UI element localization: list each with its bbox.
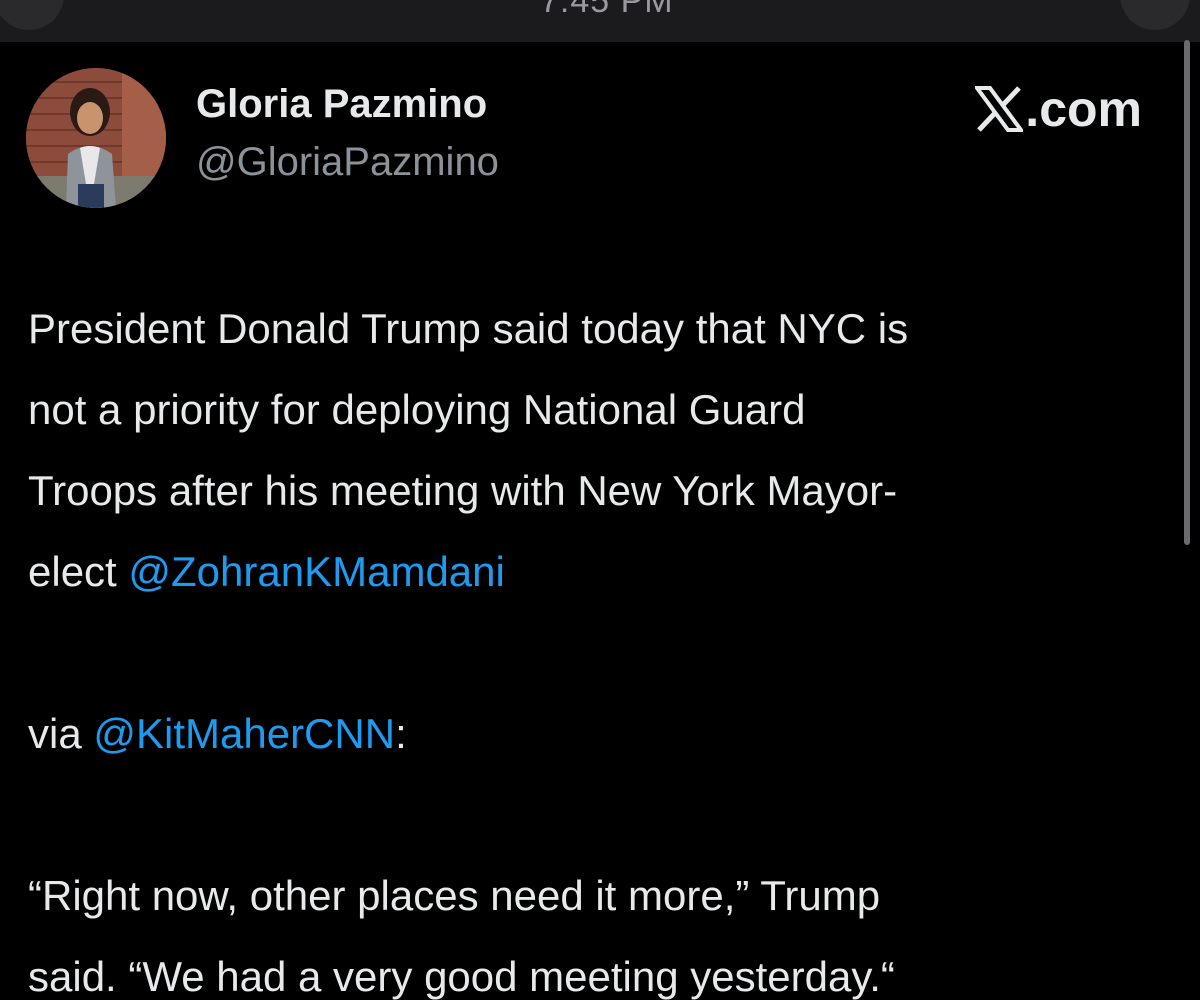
mention-kitmahercnn[interactable]: @KitMaherCNN [93, 710, 395, 757]
x-logo-icon [975, 86, 1024, 132]
brand-link[interactable]: .com [975, 80, 1142, 138]
tweet-line: via @KitMaherCNN: [28, 693, 1168, 774]
tweet-line: “Right now, other places need it more,” … [28, 872, 881, 920]
tweet-line-text: elect [28, 548, 129, 596]
tweet-paragraph: “Right now, other places need it more,” … [28, 855, 1168, 1000]
tweet-line: not a priority for deploying National Gu… [28, 386, 806, 434]
author-handle[interactable]: @GloriaPazmino [196, 140, 499, 185]
mention-zohrankmamdani[interactable]: @ZohranKMamdani [128, 548, 504, 595]
tweet-paragraph: President Donald Trump said today that N… [28, 288, 1168, 612]
scrollbar[interactable] [1184, 40, 1190, 545]
tweet-line-text: : [395, 710, 407, 758]
tweet-line: Troops after his meeting with New York M… [28, 467, 898, 515]
status-time: 7:45 PM [540, 0, 674, 20]
status-bar: 7:45 PM [0, 0, 1200, 42]
tweet-line: elect @ZohranKMamdani [28, 531, 1168, 612]
back-button[interactable] [0, 0, 64, 30]
brand-label: .com [1025, 81, 1142, 137]
more-button[interactable] [1120, 0, 1190, 30]
avatar-photo [26, 68, 166, 208]
tweet-line: said. “We had a very good meeting yester… [28, 953, 895, 1000]
avatar[interactable] [26, 68, 166, 208]
tweet-line-text: via [28, 710, 94, 758]
tweet-paragraph: via @KitMaherCNN: [28, 693, 1168, 774]
tweet-line: President Donald Trump said today that N… [28, 305, 909, 352]
author-name[interactable]: Gloria Pazmino [196, 82, 487, 127]
tweet-text: President Donald Trump said today that N… [28, 288, 1168, 1000]
